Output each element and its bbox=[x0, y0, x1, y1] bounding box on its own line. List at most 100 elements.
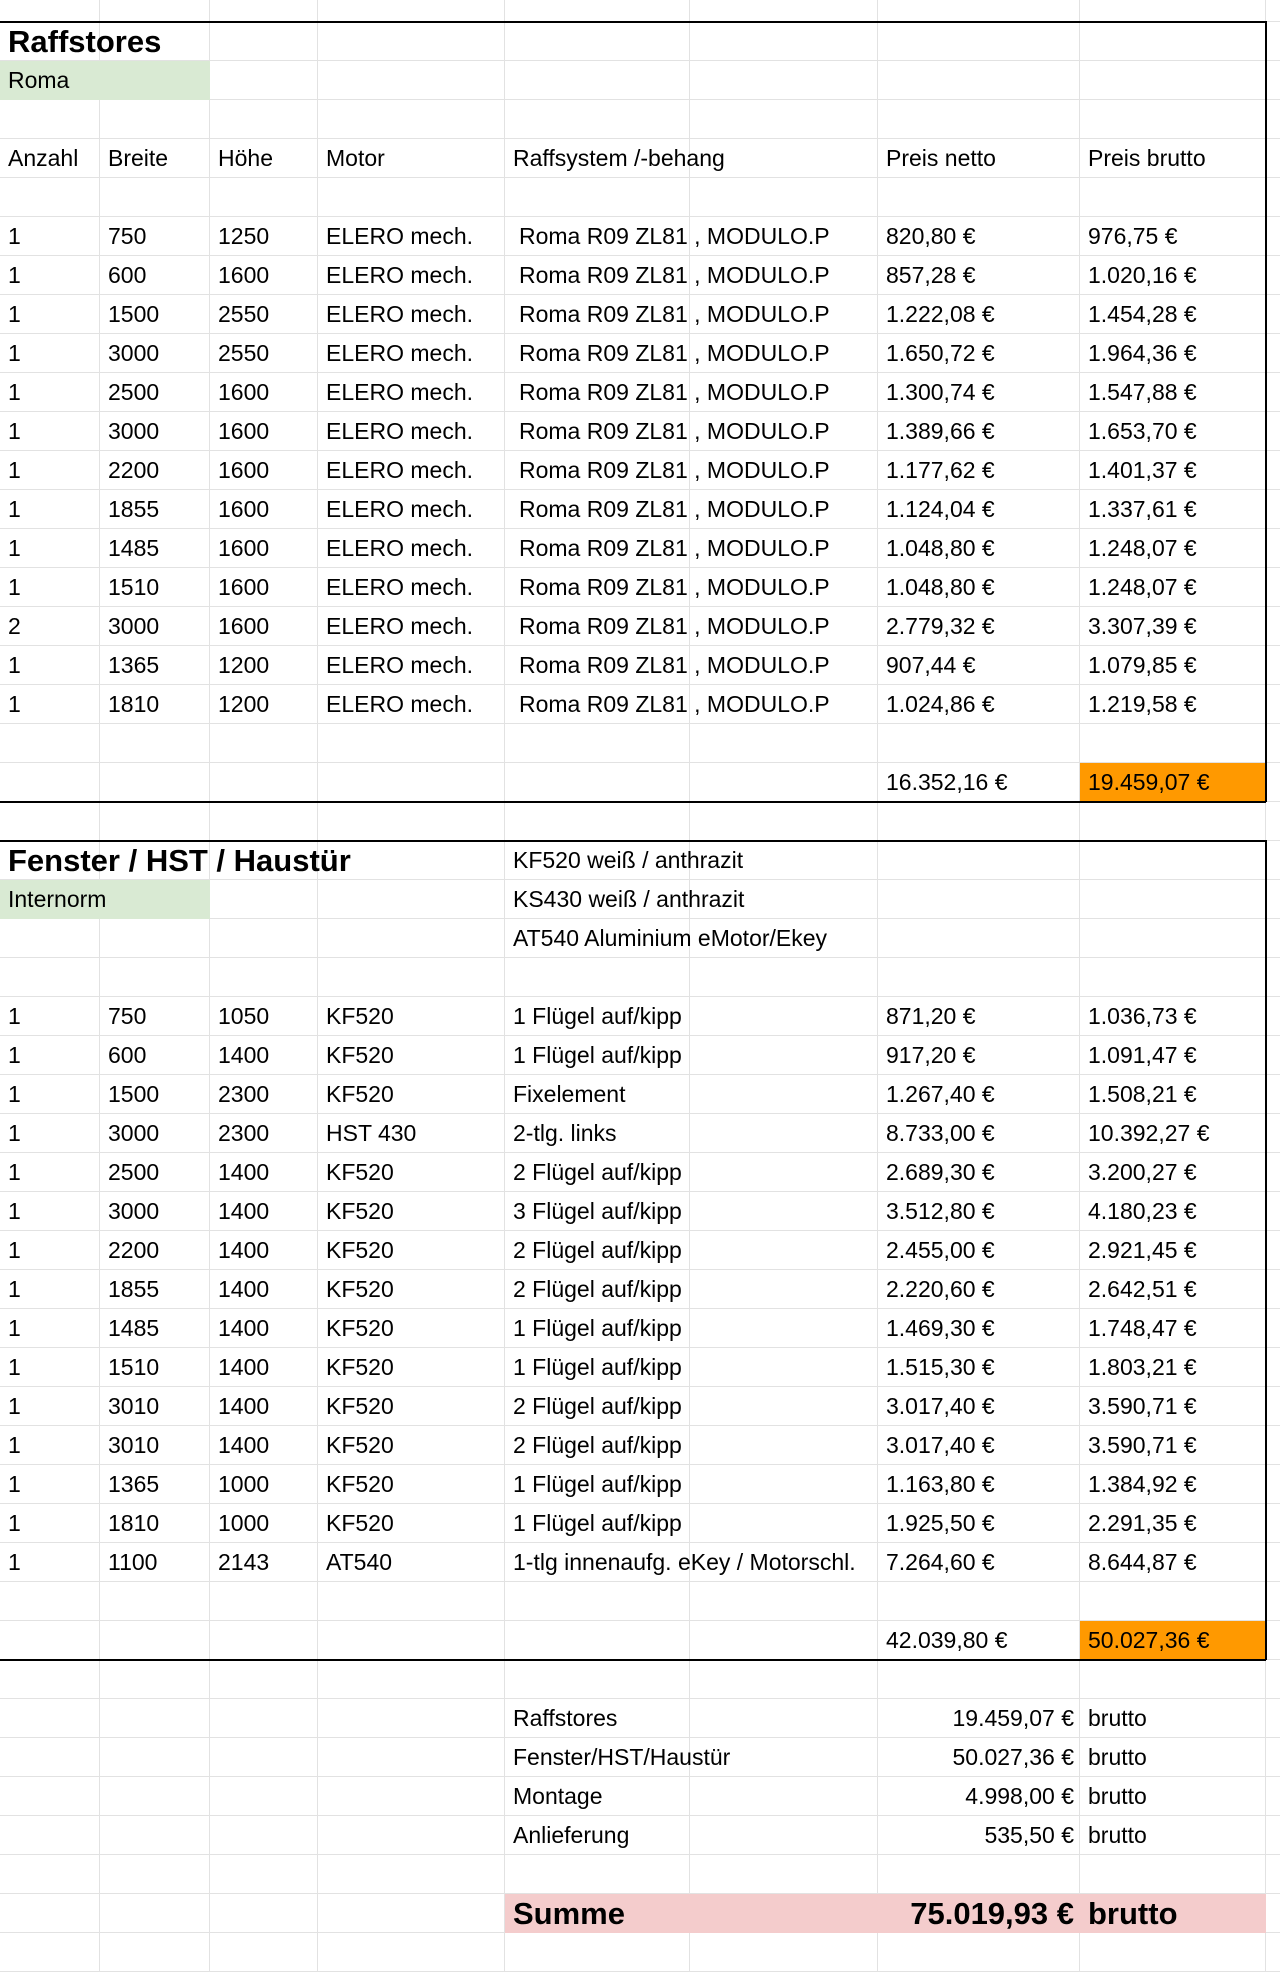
fenster-cell-anzahl[interactable]: 1 bbox=[0, 1192, 100, 1231]
raff-cell-anzahl[interactable]: 1 bbox=[0, 568, 100, 607]
fenster-cell-system[interactable]: 1 Flügel auf/kipp bbox=[505, 997, 878, 1036]
raff-cell-anzahl[interactable]: 1 bbox=[0, 451, 100, 490]
raff-cell-system[interactable]: Roma R09 ZL81 , MODULO.P bbox=[505, 295, 878, 334]
raff-cell-preis-netto[interactable]: 1.650,72 € bbox=[878, 334, 1080, 373]
fenster-cell-hoehe[interactable]: 1050 bbox=[210, 997, 318, 1036]
fenster-cell-motor[interactable]: KF520 bbox=[318, 1036, 505, 1075]
fenster-cell-system[interactable]: 2-tlg. links bbox=[505, 1114, 878, 1153]
fenster-cell-hoehe[interactable]: 1400 bbox=[210, 1348, 318, 1387]
raff-cell-system[interactable]: Roma R09 ZL81 , MODULO.P bbox=[505, 490, 878, 529]
fenster-cell-system[interactable]: 1 Flügel auf/kipp bbox=[505, 1348, 878, 1387]
fenster-cell-preis-netto[interactable]: 871,20 € bbox=[878, 997, 1080, 1036]
raff-cell-preis-brutto[interactable]: 1.401,37 € bbox=[1080, 451, 1266, 490]
raff-cell-preis-netto[interactable]: 1.389,66 € bbox=[878, 412, 1080, 451]
raff-cell-hoehe[interactable]: 1200 bbox=[210, 685, 318, 724]
raff-total-brutto[interactable]: 19.459,07 € bbox=[1080, 763, 1266, 802]
raff-cell-motor[interactable]: ELERO mech. bbox=[318, 373, 505, 412]
fenster-cell-motor[interactable]: KF520 bbox=[318, 1231, 505, 1270]
fenster-cell-preis-brutto[interactable]: 2.642,51 € bbox=[1080, 1270, 1266, 1309]
fenster-cell-motor[interactable]: KF520 bbox=[318, 1348, 505, 1387]
fenster-cell-hoehe[interactable]: 1400 bbox=[210, 1192, 318, 1231]
summary-total-unit[interactable]: brutto bbox=[1080, 1894, 1266, 1933]
fenster-cell-preis-netto[interactable]: 1.267,40 € bbox=[878, 1075, 1080, 1114]
fenster-cell-hoehe[interactable]: 1400 bbox=[210, 1387, 318, 1426]
fenster-cell-preis-brutto[interactable]: 1.803,21 € bbox=[1080, 1348, 1266, 1387]
fenster-cell-preis-netto[interactable]: 1.163,80 € bbox=[878, 1465, 1080, 1504]
fenster-cell-system[interactable]: 2 Flügel auf/kipp bbox=[505, 1387, 878, 1426]
raff-cell-breite[interactable]: 2500 bbox=[100, 373, 210, 412]
summary-unit[interactable]: brutto bbox=[1080, 1699, 1266, 1738]
raff-cell-breite[interactable]: 1500 bbox=[100, 295, 210, 334]
fenster-cell-preis-brutto[interactable]: 3.590,71 € bbox=[1080, 1426, 1266, 1465]
fenster-cell-preis-netto[interactable]: 8.733,00 € bbox=[878, 1114, 1080, 1153]
fenster-cell-preis-brutto[interactable]: 3.200,27 € bbox=[1080, 1153, 1266, 1192]
fenster-cell-preis-brutto[interactable]: 1.508,21 € bbox=[1080, 1075, 1266, 1114]
fenster-cell-preis-brutto[interactable]: 1.748,47 € bbox=[1080, 1309, 1266, 1348]
fenster-cell-system[interactable]: 2 Flügel auf/kipp bbox=[505, 1426, 878, 1465]
fenster-cell-breite[interactable]: 1365 bbox=[100, 1465, 210, 1504]
raff-cell-system[interactable]: Roma R09 ZL81 , MODULO.P bbox=[505, 373, 878, 412]
raff-cell-system[interactable]: Roma R09 ZL81 , MODULO.P bbox=[505, 451, 878, 490]
raff-cell-breite[interactable]: 1365 bbox=[100, 646, 210, 685]
fenster-supplier-label[interactable]: Internorm bbox=[0, 880, 210, 919]
fenster-cell-hoehe[interactable]: 1000 bbox=[210, 1465, 318, 1504]
raff-cell-motor[interactable]: ELERO mech. bbox=[318, 607, 505, 646]
fenster-cell-preis-netto[interactable]: 2.455,00 € bbox=[878, 1231, 1080, 1270]
raff-cell-anzahl[interactable]: 2 bbox=[0, 607, 100, 646]
raff-cell-system[interactable]: Roma R09 ZL81 , MODULO.P bbox=[505, 646, 878, 685]
raff-cell-preis-brutto[interactable]: 1.248,07 € bbox=[1080, 529, 1266, 568]
fenster-cell-hoehe[interactable]: 1400 bbox=[210, 1270, 318, 1309]
raff-cell-preis-brutto[interactable]: 976,75 € bbox=[1080, 217, 1266, 256]
raff-cell-hoehe[interactable]: 2550 bbox=[210, 334, 318, 373]
fenster-note[interactable]: KF520 weiß / anthrazit bbox=[505, 841, 1080, 880]
spreadsheet[interactable]: Raffstores Roma Anzahl Breite Höhe Motor Raffs… bbox=[0, 0, 1280, 1972]
header-system[interactable]: Raffsystem /-behang bbox=[505, 139, 878, 178]
raff-cell-anzahl[interactable]: 1 bbox=[0, 217, 100, 256]
raff-cell-motor[interactable]: ELERO mech. bbox=[318, 256, 505, 295]
raff-cell-hoehe[interactable]: 1600 bbox=[210, 373, 318, 412]
raff-cell-motor[interactable]: ELERO mech. bbox=[318, 646, 505, 685]
fenster-cell-hoehe[interactable]: 2143 bbox=[210, 1543, 318, 1582]
raff-cell-anzahl[interactable]: 1 bbox=[0, 529, 100, 568]
fenster-cell-breite[interactable]: 1810 bbox=[100, 1504, 210, 1543]
fenster-cell-motor[interactable]: KF520 bbox=[318, 1387, 505, 1426]
fenster-cell-system[interactable]: 1 Flügel auf/kipp bbox=[505, 1465, 878, 1504]
fenster-cell-anzahl[interactable]: 1 bbox=[0, 1114, 100, 1153]
fenster-cell-system[interactable]: 2 Flügel auf/kipp bbox=[505, 1153, 878, 1192]
raff-cell-anzahl[interactable]: 1 bbox=[0, 256, 100, 295]
fenster-cell-anzahl[interactable]: 1 bbox=[0, 1231, 100, 1270]
fenster-cell-anzahl[interactable]: 1 bbox=[0, 1153, 100, 1192]
fenster-cell-breite[interactable]: 750 bbox=[100, 997, 210, 1036]
fenster-cell-motor[interactable]: HST 430 bbox=[318, 1114, 505, 1153]
fenster-cell-preis-netto[interactable]: 2.689,30 € bbox=[878, 1153, 1080, 1192]
fenster-note[interactable]: KS430 weiß / anthrazit bbox=[505, 880, 1080, 919]
summary-value[interactable]: 50.027,36 € bbox=[878, 1738, 1080, 1777]
fenster-cell-anzahl[interactable]: 1 bbox=[0, 1309, 100, 1348]
fenster-cell-breite[interactable]: 3000 bbox=[100, 1114, 210, 1153]
raff-cell-breite[interactable]: 750 bbox=[100, 217, 210, 256]
header-preis-brutto[interactable]: Preis brutto bbox=[1080, 139, 1266, 178]
fenster-cell-breite[interactable]: 600 bbox=[100, 1036, 210, 1075]
fenster-cell-system[interactable]: 1 Flügel auf/kipp bbox=[505, 1504, 878, 1543]
raff-cell-motor[interactable]: ELERO mech. bbox=[318, 334, 505, 373]
raff-cell-preis-brutto[interactable]: 1.454,28 € bbox=[1080, 295, 1266, 334]
raff-cell-hoehe[interactable]: 1600 bbox=[210, 451, 318, 490]
raff-cell-system[interactable]: Roma R09 ZL81 , MODULO.P bbox=[505, 412, 878, 451]
fenster-cell-anzahl[interactable]: 1 bbox=[0, 1387, 100, 1426]
fenster-cell-motor[interactable]: KF520 bbox=[318, 1504, 505, 1543]
fenster-cell-preis-netto[interactable]: 3.017,40 € bbox=[878, 1426, 1080, 1465]
fenster-cell-preis-brutto[interactable]: 8.644,87 € bbox=[1080, 1543, 1266, 1582]
raff-cell-system[interactable]: Roma R09 ZL81 , MODULO.P bbox=[505, 334, 878, 373]
raff-cell-anzahl[interactable]: 1 bbox=[0, 334, 100, 373]
fenster-cell-preis-brutto[interactable]: 2.921,45 € bbox=[1080, 1231, 1266, 1270]
fenster-cell-breite[interactable]: 1100 bbox=[100, 1543, 210, 1582]
fenster-cell-preis-brutto[interactable]: 1.384,92 € bbox=[1080, 1465, 1266, 1504]
fenster-cell-hoehe[interactable]: 1400 bbox=[210, 1153, 318, 1192]
raff-cell-hoehe[interactable]: 1600 bbox=[210, 412, 318, 451]
fenster-cell-preis-brutto[interactable]: 2.291,35 € bbox=[1080, 1504, 1266, 1543]
raff-cell-breite[interactable]: 1855 bbox=[100, 490, 210, 529]
fenster-cell-preis-netto[interactable]: 7.264,60 € bbox=[878, 1543, 1080, 1582]
raff-cell-breite[interactable]: 1485 bbox=[100, 529, 210, 568]
raff-cell-breite[interactable]: 3000 bbox=[100, 412, 210, 451]
raff-cell-motor[interactable]: ELERO mech. bbox=[318, 685, 505, 724]
